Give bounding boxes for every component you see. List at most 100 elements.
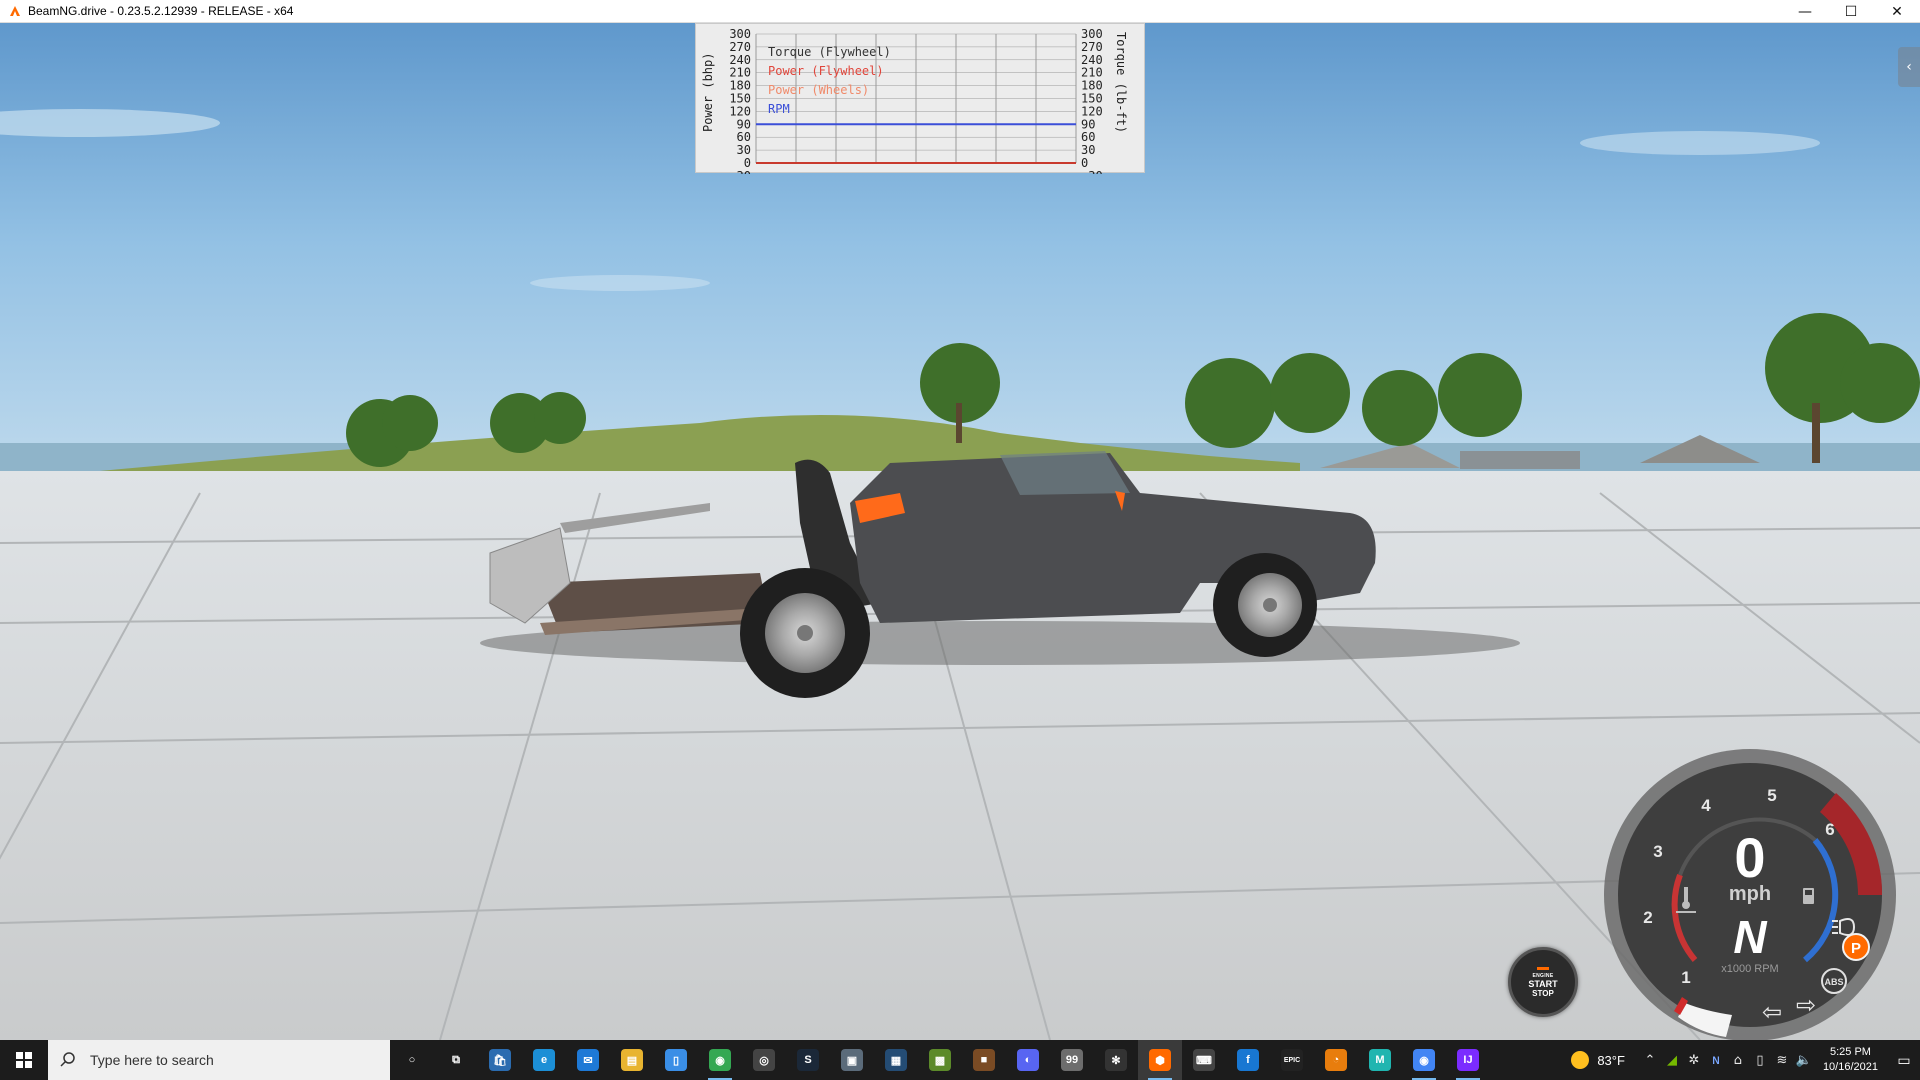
rpm-unit-label: x1000 RPM <box>1721 963 1778 975</box>
tray-overflow-chevron-icon[interactable]: ⌃ <box>1639 1053 1661 1068</box>
taskbar-app-notes[interactable]: ▯ <box>654 1040 698 1080</box>
taskbar-app-edge[interactable]: e <box>522 1040 566 1080</box>
taskbar-app-file-explorer[interactable]: ▤ <box>610 1040 654 1080</box>
taskbar-app-cortana[interactable]: ○ <box>390 1040 434 1080</box>
graph-right-ticks: 3002702402101801501209060300-30 <box>1081 27 1103 174</box>
graph-legend: Torque (Flywheel) Power (Flywheel) Power (… <box>768 45 891 116</box>
volume-icon[interactable]: 🔈 <box>1793 1053 1815 1068</box>
start-button[interactable] <box>0 1040 48 1080</box>
graph-right-tick: 150 <box>1081 92 1103 106</box>
engine-status-led <box>1537 966 1549 970</box>
graph-left-tick: 0 <box>744 156 751 170</box>
windows-logo-icon <box>16 1052 32 1068</box>
turn-left-icon: ⇦ <box>1762 998 1782 1026</box>
taskbar-app-calculator[interactable]: ▦ <box>874 1040 918 1080</box>
graph-right-tick: 30 <box>1081 143 1095 157</box>
taskbar-app-store[interactable]: 🛍 <box>478 1040 522 1080</box>
taskbar-app-pcsx[interactable]: ▣ <box>830 1040 874 1080</box>
graph-legend-item: Power (Flywheel) <box>768 64 884 78</box>
keyboard-icon: ⌨ <box>1193 1049 1215 1071</box>
parking-brake-label: P <box>1851 940 1861 957</box>
taskbar-app-media[interactable]: ◎ <box>742 1040 786 1080</box>
graph-right-tick: 90 <box>1081 117 1095 131</box>
taskbar-app-fiverr[interactable]: f <box>1226 1040 1270 1080</box>
taskbar-app-app-99[interactable]: 99 <box>1050 1040 1094 1080</box>
tray-app-icon[interactable]: ✲ <box>1683 1053 1705 1068</box>
taskbar-app-blender[interactable]: ◔ <box>1314 1040 1358 1080</box>
taskbar-search-box[interactable]: Type here to search <box>48 1040 390 1080</box>
search-placeholder: Type here to search <box>90 1052 214 1068</box>
graph-right-tick: 240 <box>1081 53 1103 67</box>
graph-right-tick: 120 <box>1081 104 1103 118</box>
minecraft-icon: ▩ <box>929 1049 951 1071</box>
minecraft-legacy-icon: ■ <box>973 1049 995 1071</box>
close-button[interactable]: ✕ <box>1874 0 1920 23</box>
taskbar-app-intellij[interactable]: IJ <box>1446 1040 1490 1080</box>
graph-legend-item: Power (Wheels) <box>768 83 869 97</box>
maximize-button[interactable]: ☐ <box>1828 0 1874 23</box>
graph-left-tick: 210 <box>729 66 751 80</box>
fiverr-icon: f <box>1237 1049 1259 1071</box>
taskbar-app-minecraft-legacy[interactable]: ■ <box>962 1040 1006 1080</box>
notification-center-button[interactable]: ▭ <box>1888 1040 1920 1080</box>
stop-label: STOP <box>1532 988 1554 998</box>
settings-wheel-icon: ✻ <box>1105 1049 1127 1071</box>
taskbar-app-mail[interactable]: ✉ <box>566 1040 610 1080</box>
speed-unit: mph <box>1729 883 1771 905</box>
graph-left-tick: 180 <box>729 79 751 93</box>
taskbar-app-chrome[interactable]: ◉ <box>698 1040 742 1080</box>
car-rear-wheel <box>740 568 870 698</box>
taskbar-app-minecraft[interactable]: ▩ <box>918 1040 962 1080</box>
graph-left-ticks: 3002702402101801501209060300-30 <box>729 27 751 174</box>
distant-block <box>1460 451 1580 469</box>
graph-right-tick: 0 <box>1081 156 1088 170</box>
taskbar-app-beamng[interactable]: ⬢ <box>1138 1040 1182 1080</box>
taskbar-app-keyboard[interactable]: ⌨ <box>1182 1040 1226 1080</box>
graph-left-axis-label: Power (bhp) <box>701 53 715 132</box>
beamng-app-icon <box>10 6 20 16</box>
chrome-icon: ◉ <box>709 1049 731 1071</box>
tray-device-icon[interactable]: ⌂ <box>1727 1053 1749 1068</box>
tray-n-icon[interactable]: ɴ <box>1705 1053 1727 1068</box>
nvidia-icon[interactable]: ◢ <box>1661 1053 1683 1068</box>
tree-trunk <box>956 403 962 443</box>
window-titlebar: BeamNG.drive - 0.23.5.2.12939 - RELEASE … <box>0 0 1920 23</box>
search-icon <box>60 1052 75 1067</box>
battery-icon[interactable]: ▯ <box>1749 1053 1771 1068</box>
weather-temperature: 83°F <box>1597 1052 1625 1068</box>
game-viewport[interactable]: ‹ ENGINE START STOP 1 2 3 4 5 6 0 mph N … <box>0 23 1920 1040</box>
taskbar-apps: ○ ⧉ 🛍 e ✉ ▤ ▯ ◉ ◎ S ▣ ▦ ▩ ■ ◐ 99 ✻ ⬢ ⌨ f EPIC ◔ M ◉ IJ <box>390 1040 1490 1080</box>
taskbar-app-epic-games[interactable]: EPIC <box>1270 1040 1314 1080</box>
malwarebytes-icon: M <box>1369 1049 1391 1071</box>
taskbar-app-settings-wheel[interactable]: ✻ <box>1094 1040 1138 1080</box>
media-icon: ◎ <box>753 1049 775 1071</box>
clock-date: 10/16/2021 <box>1822 1061 1878 1073</box>
calculator-icon: ▦ <box>885 1049 907 1071</box>
system-tray: 83°F ⌃ ◢ ✲ ɴ ⌂ ▯ ≋ 🔈 5:25 PM 10/16/2021 … <box>1571 1040 1920 1080</box>
app-99-icon: 99 <box>1061 1049 1083 1071</box>
mail-icon: ✉ <box>577 1049 599 1071</box>
weather-widget[interactable]: 83°F <box>1571 1051 1625 1069</box>
graph-right-tick: -30 <box>1081 169 1103 174</box>
start-label: START <box>1528 978 1558 989</box>
taskbar-app-malwarebytes[interactable]: M <box>1358 1040 1402 1080</box>
graph-right-tick: 60 <box>1081 130 1095 144</box>
graph-legend-item: RPM <box>768 102 790 116</box>
taskbar-clock[interactable]: 5:25 PM 10/16/2021 <box>1823 1045 1878 1075</box>
minimize-button[interactable]: — <box>1782 0 1828 23</box>
rpm-mark-1: 1 <box>1681 968 1690 987</box>
taskbar-app-chrome-2[interactable]: ◉ <box>1402 1040 1446 1080</box>
engine-start-stop-button[interactable]: ENGINE START STOP <box>1508 947 1578 1017</box>
wifi-icon[interactable]: ≋ <box>1771 1053 1793 1068</box>
turn-right-icon: ⇨ <box>1796 991 1816 1019</box>
chrome-2-icon: ◉ <box>1413 1049 1435 1071</box>
taskbar-app-steam[interactable]: S <box>786 1040 830 1080</box>
blender-icon: ◔ <box>1325 1049 1347 1071</box>
graph-left-tick: 240 <box>729 53 751 67</box>
taskbar-app-discord[interactable]: ◐ <box>1006 1040 1050 1080</box>
graph-right-axis-label: Torque (lb-ft) <box>1114 32 1128 133</box>
taskbar-app-task-view[interactable]: ⧉ <box>434 1040 478 1080</box>
dashboard-gauge: 1 2 3 4 5 6 0 mph N x1000 RPM P ABS ⇦ ⇨ <box>1604 749 1896 1040</box>
graph-left-tick: 150 <box>729 92 751 106</box>
side-panel-toggle[interactable]: ‹ <box>1898 47 1920 87</box>
